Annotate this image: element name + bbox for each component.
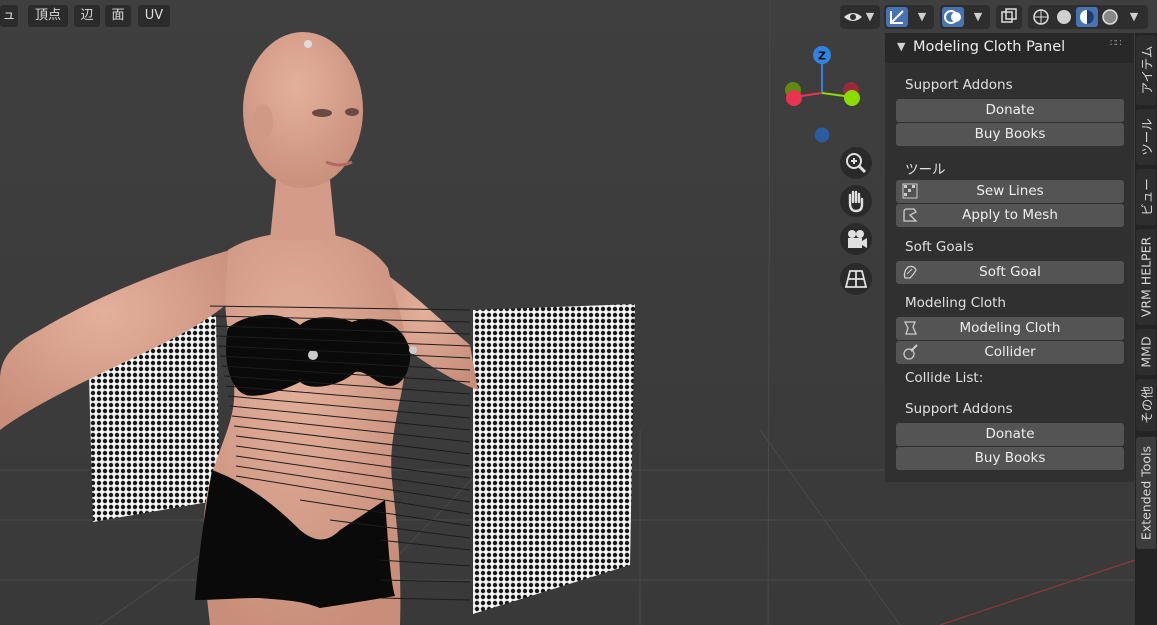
support-addons-label-2: Support Addons: [905, 401, 1013, 417]
grid-perspective-icon: [844, 270, 868, 288]
overlay-toggle-group[interactable]: ▼: [940, 5, 990, 29]
solid-shading-icon: [1057, 10, 1071, 24]
perspective-toggle-button[interactable]: [840, 263, 872, 295]
chevron-down-icon: ▼: [917, 10, 927, 23]
collide-list-label: Collide List:: [905, 370, 984, 386]
menu-face[interactable]: 面: [105, 5, 131, 27]
donate-button-2[interactable]: Donate: [896, 423, 1124, 446]
buy-books-button-2[interactable]: Buy Books: [896, 447, 1124, 470]
sew-lines-button[interactable]: Sew Lines: [896, 180, 1124, 203]
material-shading-icon: [1076, 7, 1098, 27]
menu-mesh[interactable]: ュ: [0, 5, 18, 27]
menu-uv[interactable]: UV: [138, 5, 170, 27]
xray-toggle[interactable]: [996, 5, 1022, 29]
drag-handle-icon[interactable]: ∷∷: [1110, 38, 1122, 49]
chevron-down-icon: ▼: [1129, 10, 1139, 23]
tab-mmd[interactable]: MMD: [1136, 329, 1156, 375]
camera-icon: [848, 230, 867, 248]
tab-extended-tools[interactable]: Extended Tools: [1136, 437, 1156, 549]
gizmo-icon: [886, 7, 908, 27]
shading-mode-group[interactable]: ▼: [1028, 5, 1148, 29]
gizmo-z-label: Z: [818, 50, 826, 63]
support-addons-label: Support Addons: [905, 77, 1013, 93]
hand-icon: [848, 190, 864, 213]
xray-icon: [1001, 8, 1017, 23]
donate-button[interactable]: Donate: [896, 99, 1124, 122]
wireframe-shading-icon: [1033, 9, 1049, 25]
panel-header[interactable]: ▼ Modeling Cloth Panel ∷∷: [885, 33, 1134, 63]
sew-lines-icon: [902, 183, 918, 199]
tools-label: ツール: [905, 162, 946, 178]
collider-button[interactable]: Collider: [896, 341, 1124, 364]
modeling-cloth-panel: ▼ Modeling Cloth Panel ∷∷ Support Addons…: [885, 33, 1134, 482]
modeling-cloth-button[interactable]: Modeling Cloth: [896, 317, 1124, 340]
collider-icon: [903, 344, 918, 360]
zoom-button[interactable]: [840, 147, 872, 179]
rendered-shading-icon: [1102, 9, 1118, 25]
pan-button[interactable]: [840, 185, 872, 217]
camera-view-button[interactable]: [840, 223, 872, 255]
tab-tool[interactable]: ツール: [1136, 109, 1156, 165]
tab-vrm-helper[interactable]: VRM HELPER: [1136, 229, 1156, 325]
cloth-icon: [903, 321, 917, 335]
soft-goal-icon: [903, 265, 917, 279]
gizmo-toggle-group[interactable]: ▼: [884, 5, 934, 29]
apply-to-mesh-button[interactable]: Apply to Mesh: [896, 204, 1124, 227]
chevron-down-icon: ▼: [865, 10, 875, 23]
apply-mesh-icon: [903, 208, 918, 222]
eye-icon: [844, 13, 862, 21]
panel-title: Modeling Cloth Panel: [913, 39, 1066, 55]
collapse-triangle-icon[interactable]: ▼: [897, 40, 905, 53]
zoom-icon: [846, 153, 867, 174]
modeling-cloth-label: Modeling Cloth: [905, 295, 1006, 311]
buy-books-button[interactable]: Buy Books: [896, 123, 1124, 146]
soft-goal-button[interactable]: Soft Goal: [896, 261, 1124, 284]
soft-goals-label: Soft Goals: [905, 239, 974, 255]
menu-edge[interactable]: 辺: [74, 5, 100, 27]
menu-vertex[interactable]: 頂点: [28, 5, 68, 27]
tab-other[interactable]: その他: [1136, 379, 1156, 431]
chevron-down-icon: ▼: [973, 10, 983, 23]
tab-item[interactable]: アイテム: [1136, 35, 1156, 105]
cloth-mesh-right[interactable]: [473, 304, 635, 614]
sidebar-tabs: アイテム ツール ビュー VRM HELPER MMD その他 Extended…: [1135, 33, 1157, 625]
tab-view[interactable]: ビュー: [1136, 169, 1156, 225]
overlays-icon: [942, 7, 964, 27]
visibility-dropdown[interactable]: ▼: [840, 5, 880, 29]
